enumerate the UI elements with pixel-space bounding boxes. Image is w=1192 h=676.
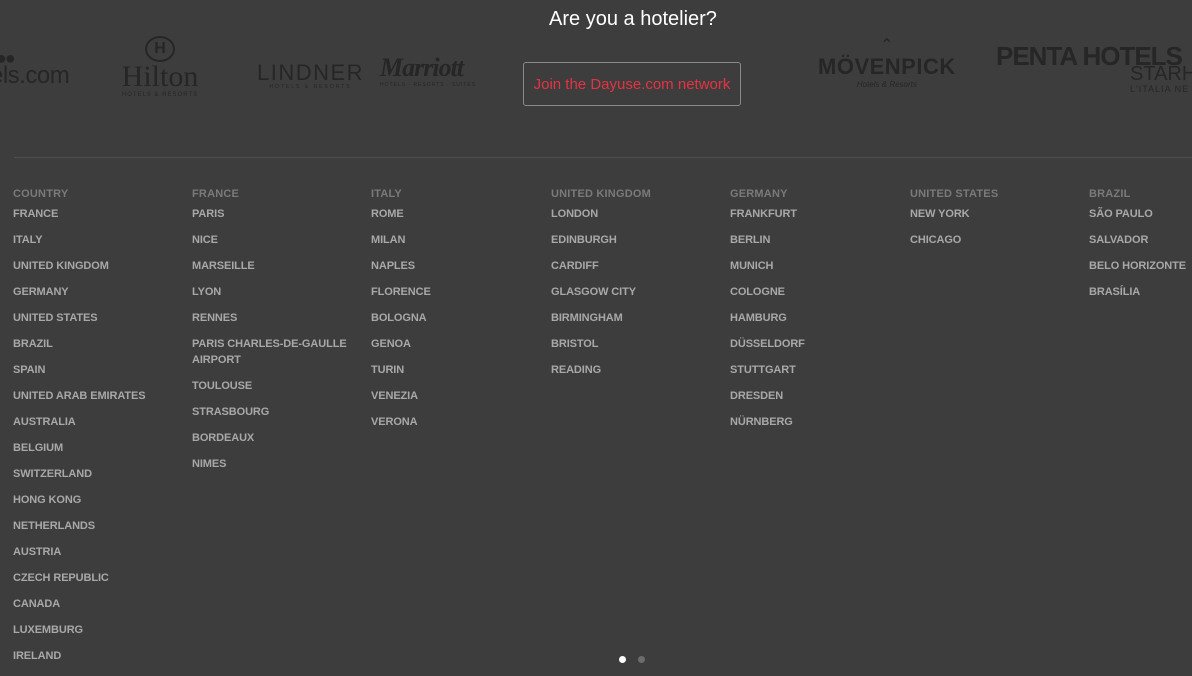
link-list: NEW YORK CHICAGO xyxy=(910,206,1080,248)
column-country: COUNTRY FRANCE ITALY UNITED KINGDOM GERMANY… xyxy=(13,187,183,674)
destination-link[interactable]: ITALY xyxy=(13,232,183,248)
link-list: PARIS NICE MARSEILLE LYON RENNES PARIS CHARLE… xyxy=(192,206,362,472)
starhotels-logo: STARHO L'ITALIA NE xyxy=(1130,63,1192,94)
column-france: FRANCE PARIS NICE MARSEILLE LYON RENNES PARIS… xyxy=(192,187,362,482)
column-heading: UNITED KINGDOM xyxy=(551,188,651,200)
destination-link[interactable]: HAMBURG xyxy=(730,310,900,326)
destination-link[interactable]: CARDIFF xyxy=(551,258,721,274)
lindner-logo: LINDNER HOTELS & RESORTS xyxy=(257,60,365,91)
destination-link[interactable]: BRASÍLIA xyxy=(1089,284,1192,300)
destination-link[interactable]: LYON xyxy=(192,284,362,300)
section-divider xyxy=(14,157,1192,158)
destination-link[interactable]: BERLIN xyxy=(730,232,900,248)
column-heading: COUNTRY xyxy=(13,188,69,200)
link-list: FRANKFURT BERLIN MUNICH COLOGNE HAMBURG DÜSSE… xyxy=(730,206,900,430)
destination-link[interactable]: BORDEAUX xyxy=(192,430,362,446)
destination-link[interactable]: BELGIUM xyxy=(13,440,183,456)
destination-link[interactable]: NICE xyxy=(192,232,362,248)
destination-link[interactable]: HONG KONG xyxy=(13,492,183,508)
destination-link[interactable]: LUXEMBURG xyxy=(13,622,183,638)
destination-link[interactable]: SWITZERLAND xyxy=(13,466,183,482)
destination-link[interactable]: CANADA xyxy=(13,596,183,612)
destination-link[interactable]: MILAN xyxy=(371,232,541,248)
destination-link[interactable]: CZECH REPUBLIC xyxy=(13,570,183,586)
destination-link[interactable]: READING xyxy=(551,362,721,378)
destination-link[interactable]: AUSTRALIA xyxy=(13,414,183,430)
destination-link[interactable]: ROME xyxy=(371,206,541,222)
destination-link[interactable]: TURIN xyxy=(371,362,541,378)
destination-link[interactable]: DÜSSELDORF xyxy=(730,336,900,352)
join-network-button[interactable]: Join the Dayuse.com network xyxy=(523,62,741,106)
destination-link[interactable]: MARSEILLE xyxy=(192,258,362,274)
carousel-dot-1[interactable] xyxy=(619,656,626,663)
destination-link[interactable]: NEW YORK xyxy=(910,206,1080,222)
hilton-mark-icon: H xyxy=(145,36,175,62)
link-list: LONDON EDINBURGH CARDIFF GLASGOW CITY BIRMIN… xyxy=(551,206,721,378)
destination-link[interactable]: STRASBOURG xyxy=(192,404,362,420)
destination-link[interactable]: BRAZIL xyxy=(13,336,183,352)
column-united-states: UNITED STATES NEW YORK CHICAGO xyxy=(910,187,1080,258)
destination-link[interactable]: SPAIN xyxy=(13,362,183,378)
destination-link[interactable]: BOLOGNA xyxy=(371,310,541,326)
destination-link[interactable]: PARIS CHARLES-DE-GAULLE AIRPORT xyxy=(192,336,362,368)
destination-link[interactable]: GLASGOW CITY xyxy=(551,284,721,300)
column-brazil: BRAZIL SÃO PAULO SALVADOR BELO HORIZONTE BR… xyxy=(1089,187,1192,310)
destination-link[interactable]: STUTTGART xyxy=(730,362,900,378)
destination-link[interactable]: NIMES xyxy=(192,456,362,472)
destination-link[interactable]: FRANCE xyxy=(13,206,183,222)
destination-link[interactable]: COLOGNE xyxy=(730,284,900,300)
link-list: ROME MILAN NAPLES FLORENCE BOLOGNA GENOA TURIN… xyxy=(371,206,541,430)
destination-link[interactable]: TOULOUSE xyxy=(192,378,362,394)
link-list: FRANCE ITALY UNITED KINGDOM GERMANY UNITED S… xyxy=(13,206,183,664)
hotelier-title: Are you a hotelier? xyxy=(549,8,717,30)
destination-link[interactable]: MUNICH xyxy=(730,258,900,274)
column-germany: GERMANY FRANKFURT BERLIN MUNICH COLOGNE HAMB… xyxy=(730,187,900,440)
destination-link[interactable]: BIRMINGHAM xyxy=(551,310,721,326)
movenpick-logo: ⌃ MÖVENPICK Hotels & Resorts xyxy=(818,37,956,90)
destination-link[interactable]: CHICAGO xyxy=(910,232,1080,248)
destination-link[interactable]: IRELAND xyxy=(13,648,183,664)
destination-link[interactable]: NÜRNBERG xyxy=(730,414,900,430)
destination-link[interactable]: NETHERLANDS xyxy=(13,518,183,534)
column-heading: GERMANY xyxy=(730,188,788,200)
destination-link[interactable]: UNITED ARAB EMIRATES xyxy=(13,388,183,404)
destination-link[interactable]: DRESDEN xyxy=(730,388,900,404)
carousel-dot-2[interactable] xyxy=(638,656,645,663)
column-italy: ITALY ROME MILAN NAPLES FLORENCE BOLOGNA GENO… xyxy=(371,187,541,440)
destination-link[interactable]: VERONA xyxy=(371,414,541,430)
hotelier-banner: ●● els.com H Hilton HOTELS & RESORTS LIN… xyxy=(0,0,1192,130)
penta-hotels-logo: PENTA HOTELS xyxy=(996,41,1183,71)
destination-link[interactable]: UNITED KINGDOM xyxy=(13,258,183,274)
column-heading: UNITED STATES xyxy=(910,188,999,200)
destination-link[interactable]: FLORENCE xyxy=(371,284,541,300)
destination-link[interactable]: BRISTOL xyxy=(551,336,721,352)
movenpick-bird-icon: ⌃ xyxy=(880,37,894,54)
destination-link[interactable]: AUSTRIA xyxy=(13,544,183,560)
destination-link[interactable]: GENOA xyxy=(371,336,541,352)
destination-link[interactable]: UNITED STATES xyxy=(13,310,183,326)
destination-link[interactable]: LONDON xyxy=(551,206,721,222)
column-heading: FRANCE xyxy=(192,188,240,200)
destination-link[interactable]: FRANKFURT xyxy=(730,206,900,222)
hilton-logo: H Hilton HOTELS & RESORTS xyxy=(118,36,202,98)
column-heading: ITALY xyxy=(371,188,402,200)
destination-link[interactable]: SALVADOR xyxy=(1089,232,1192,248)
destination-link[interactable]: GERMANY xyxy=(13,284,183,300)
column-heading: BRAZIL xyxy=(1089,188,1131,200)
destination-link[interactable]: BELO HORIZONTE xyxy=(1089,258,1192,274)
destination-link[interactable]: PARIS xyxy=(192,206,362,222)
link-list: SÃO PAULO SALVADOR BELO HORIZONTE BRASÍLIA xyxy=(1089,206,1192,300)
destination-link[interactable]: EDINBURGH xyxy=(551,232,721,248)
destination-link[interactable]: VENEZIA xyxy=(371,388,541,404)
destination-link[interactable]: SÃO PAULO xyxy=(1089,206,1192,222)
destination-link[interactable]: NAPLES xyxy=(371,258,541,274)
marriott-logo: Marriott HOTELS · RESORTS · SUITES xyxy=(380,53,477,89)
column-united-kingdom: UNITED KINGDOM LONDON EDINBURGH CARDIFF GLA… xyxy=(551,187,721,388)
destination-link[interactable]: RENNES xyxy=(192,310,362,326)
